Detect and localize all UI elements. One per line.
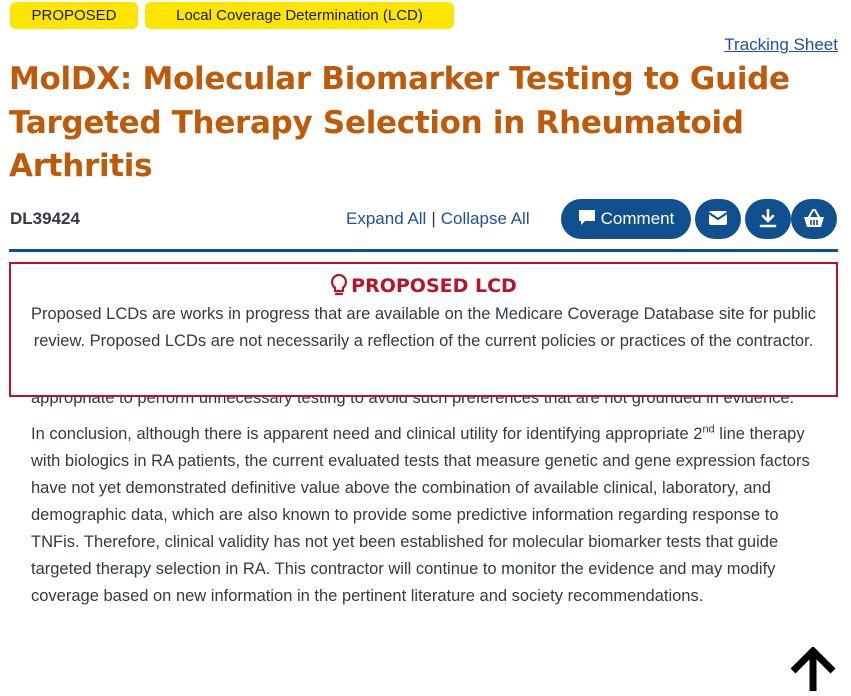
expand-collapse-controls: Expand All | Collapse All [346,209,530,229]
tracking-sheet-link[interactable]: Tracking Sheet [724,35,838,55]
envelope-icon [708,211,728,225]
conclusion-text-end: line therapy with biologics in RA patien… [31,425,810,605]
comment-button-label: Comment [600,209,675,228]
conclusion-text-start: In conclusion, although there is apparen… [31,425,703,443]
ordinal-suffix: nd [702,423,715,436]
notice-text: Proposed LCDs are works in progress that… [30,305,817,350]
lcd-type-badge: Local Coverage Determination (LCD) [145,2,454,29]
proposed-lcd-notice: PROPOSED LCD Proposed LCDs are works in … [9,262,838,397]
notice-title: PROPOSED LCD [11,273,836,297]
basket-icon [804,209,824,227]
basket-button[interactable] [791,199,837,239]
lcd-body-text: appropriate to perform unnecessary testi… [31,385,821,619]
page-title: MolDX: Molecular Biomarker Testing to Gu… [9,61,790,184]
scroll-to-top-button[interactable] [788,646,838,696]
comment-icon [578,210,595,225]
document-id: DL39424 [10,209,80,228]
collapse-all-link[interactable]: Collapse All [441,209,530,228]
download-icon [759,208,777,228]
comment-button[interactable]: Comment [561,199,691,239]
email-button[interactable] [695,199,741,239]
conclusion-paragraph: In conclusion, although there is apparen… [31,421,821,610]
expand-all-link[interactable]: Expand All [346,209,426,228]
proposed-badge: PROPOSED [10,2,138,29]
notice-title-text: PROPOSED LCD [351,275,517,297]
header-divider [9,249,838,252]
arrow-up-icon [790,646,836,691]
separator: | [431,209,436,228]
download-button[interactable] [745,199,791,239]
lightbulb-icon [331,273,348,296]
